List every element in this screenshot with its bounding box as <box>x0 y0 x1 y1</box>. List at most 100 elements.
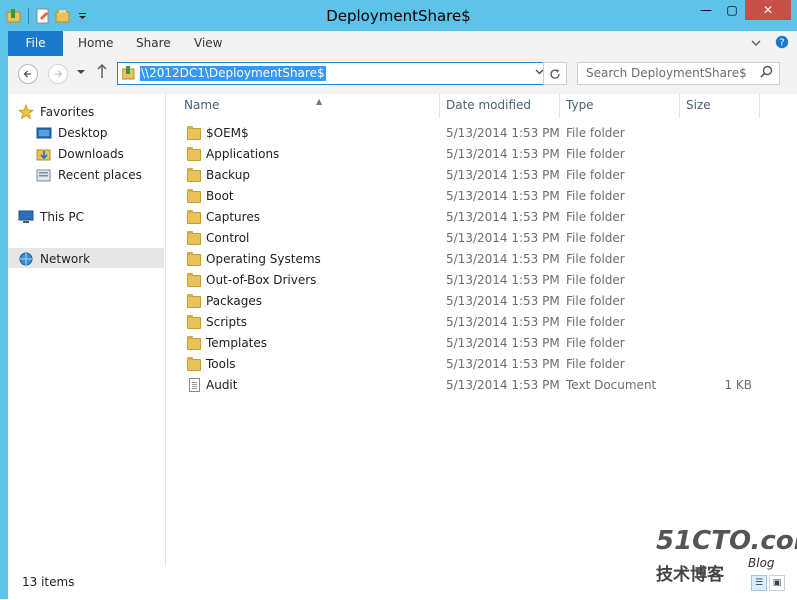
file-row[interactable]: $OEM$ 5/13/2014 1:53 PM File folder <box>166 123 766 144</box>
back-button[interactable] <box>18 64 38 84</box>
file-row[interactable]: Boot 5/13/2014 1:53 PM File folder <box>166 186 766 207</box>
nav-network[interactable]: Network <box>18 249 90 269</box>
column-header-name[interactable]: Name ▲ <box>178 94 440 118</box>
file-name: $OEM$ <box>206 126 249 140</box>
folder-icon <box>187 357 201 372</box>
file-type: File folder <box>566 168 625 182</box>
refresh-button[interactable] <box>543 62 567 85</box>
nav-recent-places[interactable]: Recent places <box>36 165 142 185</box>
explorer-window: DeploymentShare$ — ▢ ✕ File Home Share V… <box>0 0 797 600</box>
file-size <box>686 354 752 375</box>
downloads-icon <box>36 146 52 162</box>
nav-favorites[interactable]: Favorites <box>17 102 94 122</box>
chevron-down-icon[interactable] <box>751 37 761 51</box>
tab-file[interactable]: File <box>8 31 63 56</box>
nav-recent-places-label: Recent places <box>58 168 142 182</box>
recent-places-icon <box>36 167 52 183</box>
file-name: Scripts <box>206 315 248 329</box>
file-size <box>686 144 752 165</box>
file-row[interactable]: Applications 5/13/2014 1:53 PM File folder <box>166 144 766 165</box>
up-button[interactable] <box>96 63 108 83</box>
column-header-date[interactable]: Date modified <box>440 94 560 118</box>
text-document-icon <box>187 378 201 393</box>
nav-network-label: Network <box>40 252 91 266</box>
column-header-size[interactable]: Size <box>680 94 760 118</box>
nav-downloads[interactable]: Downloads <box>36 144 124 164</box>
file-row[interactable]: Templates 5/13/2014 1:53 PM File folder <box>166 333 766 354</box>
file-date-modified: 5/13/2014 1:53 PM <box>446 252 560 266</box>
folder-icon <box>187 315 201 330</box>
file-row[interactable]: Backup 5/13/2014 1:53 PM File folder <box>166 165 766 186</box>
address-path[interactable]: \\2012DC1\DeploymentShare$ <box>140 66 326 81</box>
file-date-modified: 5/13/2014 1:53 PM <box>446 210 560 224</box>
search-box[interactable]: Search DeploymentShare$ <box>577 62 780 85</box>
file-date-modified: 5/13/2014 1:53 PM <box>446 168 560 182</box>
column-header-type[interactable]: Type <box>560 94 680 118</box>
watermark: 51CTO.com 技术博客 Blog <box>656 526 797 585</box>
title-bar[interactable]: DeploymentShare$ — ▢ ✕ <box>0 0 797 31</box>
folder-icon <box>187 189 201 204</box>
forward-button[interactable] <box>48 64 68 84</box>
address-bar[interactable]: \\2012DC1\DeploymentShare$ <box>117 62 549 85</box>
sort-ascending-icon: ▲ <box>316 97 323 106</box>
file-row[interactable]: Out-of-Box Drivers 5/13/2014 1:53 PM File … <box>166 270 766 291</box>
folder-icon <box>187 231 201 246</box>
folder-icon <box>187 336 201 351</box>
desktop-icon <box>36 125 52 141</box>
file-name: Operating Systems <box>206 252 321 266</box>
refresh-icon <box>550 68 560 79</box>
close-button[interactable]: ✕ <box>745 0 791 20</box>
file-name: Templates <box>206 336 268 350</box>
file-date-modified: 5/13/2014 1:53 PM <box>446 315 560 329</box>
nav-downloads-label: Downloads <box>58 147 124 161</box>
file-type: File folder <box>566 210 625 224</box>
nav-this-pc[interactable]: This PC <box>18 207 84 227</box>
file-type: File folder <box>566 294 625 308</box>
file-date-modified: 5/13/2014 1:53 PM <box>446 147 560 161</box>
watermark-subtitle: 技术博客 <box>656 565 724 585</box>
item-count: 13 items <box>22 575 75 589</box>
file-date-modified: 5/13/2014 1:53 PM <box>446 126 560 140</box>
file-type: File folder <box>566 189 625 203</box>
file-type: Text Document <box>566 378 657 392</box>
help-icon[interactable]: ? <box>775 35 789 52</box>
ribbon-tabs: File Home Share View ? <box>8 31 797 56</box>
file-row[interactable]: Packages 5/13/2014 1:53 PM File folder <box>166 291 766 312</box>
chevron-down-icon <box>77 70 85 74</box>
file-name: Out-of-Box Drivers <box>206 273 317 287</box>
folder-icon <box>187 273 201 288</box>
details-view-icon[interactable]: ☰ <box>751 575 767 591</box>
file-name: Control <box>206 231 250 245</box>
file-name: Packages <box>206 294 262 308</box>
file-row[interactable]: Captures 5/13/2014 1:53 PM File folder <box>166 207 766 228</box>
file-row[interactable]: Operating Systems 5/13/2014 1:53 PM File f… <box>166 249 766 270</box>
recent-locations-dropdown[interactable] <box>77 64 85 84</box>
tab-share[interactable]: Share <box>136 31 171 56</box>
window-controls: — ▢ ✕ <box>693 0 791 20</box>
file-date-modified: 5/13/2014 1:53 PM <box>446 357 560 371</box>
maximize-button[interactable]: ▢ <box>719 0 745 20</box>
file-date-modified: 5/13/2014 1:53 PM <box>446 378 560 392</box>
file-date-modified: 5/13/2014 1:53 PM <box>446 336 560 350</box>
file-row[interactable]: Tools 5/13/2014 1:53 PM File folder <box>166 354 766 375</box>
file-row[interactable]: Scripts 5/13/2014 1:53 PM File folder <box>166 312 766 333</box>
forward-arrow-icon <box>55 70 63 78</box>
nav-desktop[interactable]: Desktop <box>36 123 108 143</box>
tab-view[interactable]: View <box>194 31 222 56</box>
file-type: File folder <box>566 231 625 245</box>
minimize-button[interactable]: — <box>693 0 719 20</box>
file-date-modified: 5/13/2014 1:53 PM <box>446 273 560 287</box>
search-icon[interactable] <box>760 65 773 82</box>
large-icons-view-icon[interactable]: ▣ <box>769 575 785 591</box>
main-area: Favorites Desktop Downloads Recent place… <box>8 94 797 566</box>
file-type: File folder <box>566 336 625 350</box>
file-size <box>686 123 752 144</box>
file-row[interactable]: Audit 5/13/2014 1:53 PM Text Document 1 KB <box>166 375 766 396</box>
column-name-label: Name <box>184 98 220 112</box>
file-name: Boot <box>206 189 234 203</box>
ribbon-right-controls: ? <box>751 31 789 56</box>
navigation-pane: Favorites Desktop Downloads Recent place… <box>8 94 166 566</box>
tab-home[interactable]: Home <box>78 31 113 56</box>
file-size: 1 KB <box>724 378 752 392</box>
file-row[interactable]: Control 5/13/2014 1:53 PM File folder <box>166 228 766 249</box>
